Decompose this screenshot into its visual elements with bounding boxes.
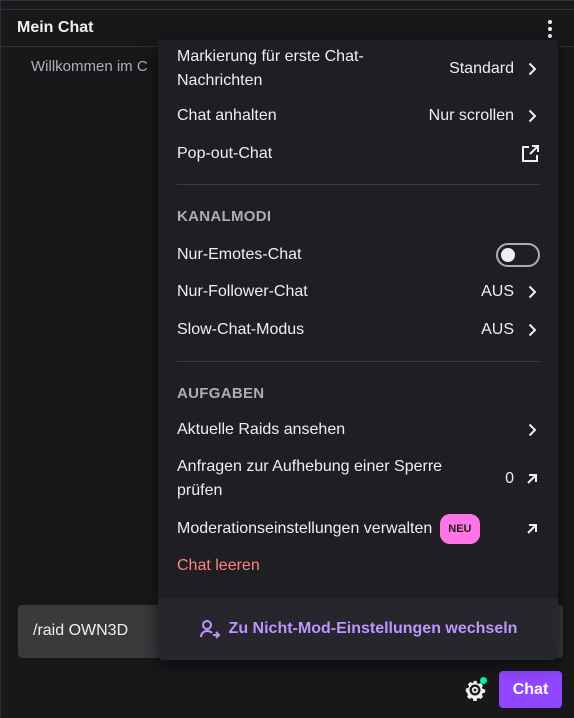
menu-item-value: Standard [449, 60, 514, 77]
unban-request-count: 0 [505, 470, 514, 487]
chevron-right-icon [528, 285, 537, 299]
menu-item-label: Aktuelle Raids ansehen [177, 421, 346, 438]
chevron-right-icon [528, 323, 537, 337]
menu-item-slow-mode[interactable]: Slow-Chat-Modus AUS [177, 318, 540, 342]
kebab-dot-icon [548, 20, 552, 24]
toggle-knob [501, 248, 515, 262]
menu-item-value: AUS [481, 283, 514, 300]
menu-item-label: Anfragen zur Aufhebung einer Sperre prüf… [177, 458, 443, 499]
chevron-right-icon [528, 62, 537, 76]
emotes-only-toggle[interactable] [496, 243, 540, 267]
menu-item-popout-chat[interactable]: Pop-out-Chat [177, 142, 540, 166]
section-title-tasks: AUFGABEN [177, 385, 265, 402]
menu-divider [177, 361, 540, 362]
welcome-message: Willkommen im C [31, 58, 148, 75]
switch-settings-label: Zu Nicht-Mod-Einstellungen wechseln [228, 620, 518, 637]
menu-item-label: Nur-Follower-Chat [177, 283, 308, 300]
menu-item-label: Markierung für erste Chat-Nachrichten [177, 48, 364, 89]
switch-to-non-mod-settings-button[interactable]: Zu Nicht-Mod-Einstellungen wechseln [158, 598, 558, 660]
external-link-icon [522, 145, 539, 162]
menu-item-label: Chat leeren [177, 557, 260, 574]
menu-item-highlight-first-messages[interactable]: Markierung für erste Chat-Nachrichten St… [177, 44, 540, 94]
chat-settings-menu: Markierung für erste Chat-Nachrichten St… [158, 40, 558, 660]
menu-item-value: AUS [481, 321, 514, 338]
menu-item-view-raids[interactable]: Aktuelle Raids ansehen [177, 418, 540, 442]
more-options-button[interactable] [539, 16, 561, 42]
arrow-up-right-icon [527, 524, 537, 534]
menu-item-followers-only[interactable]: Nur-Follower-Chat AUS [177, 280, 540, 304]
chat-title: Mein Chat [17, 19, 94, 36]
menu-item-moderation-settings[interactable]: Moderationseinstellungen verwalten NEU [177, 514, 540, 544]
online-status-dot [480, 677, 487, 684]
menu-item-label: Chat anhalten [177, 107, 277, 124]
user-switch-icon [199, 620, 220, 639]
menu-item-label: Pop-out-Chat [177, 145, 273, 162]
menu-item-label: Slow-Chat-Modus [177, 321, 305, 338]
menu-item-label: Nur-Emotes-Chat [177, 246, 302, 263]
chevron-right-icon [528, 109, 537, 123]
menu-item-value: Nur scrollen [428, 107, 514, 124]
chat-input-value: /raid OWN3D [33, 622, 129, 639]
menu-divider [177, 184, 540, 185]
menu-item-pause-chat[interactable]: Chat anhalten Nur scrollen [177, 104, 540, 128]
section-title-channel-modes: KANALMODI [177, 208, 272, 225]
send-chat-button[interactable]: Chat [499, 671, 562, 708]
arrow-up-right-icon [527, 474, 537, 484]
chevron-right-icon [528, 423, 537, 437]
menu-item-unban-requests[interactable]: Anfragen zur Aufhebung einer Sperre prüf… [177, 454, 540, 504]
kebab-dot-icon [548, 27, 552, 31]
new-badge: NEU [440, 514, 480, 544]
kebab-dot-icon [548, 34, 552, 38]
menu-item-emotes-only[interactable]: Nur-Emotes-Chat [177, 243, 540, 267]
menu-item-clear-chat[interactable]: Chat leeren [177, 554, 540, 578]
menu-item-label: Moderationseinstellungen verwalten [177, 520, 433, 538]
